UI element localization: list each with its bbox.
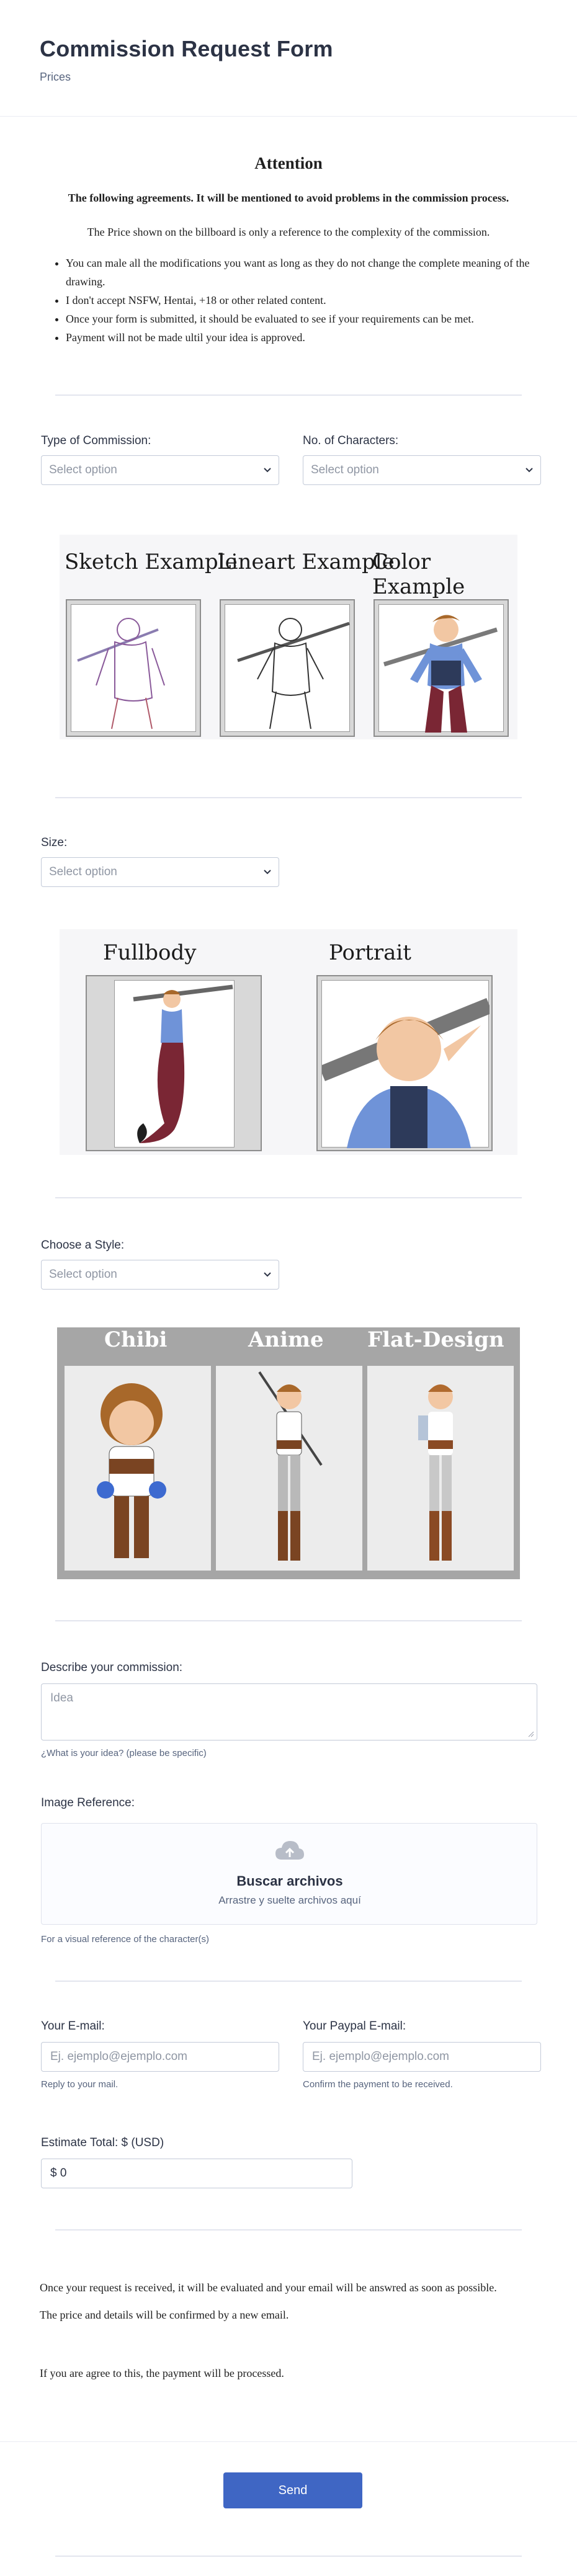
sketch-frame [66,599,201,737]
anime-panel [216,1366,362,1571]
attention-section: Attention The following agreements. It w… [0,154,577,347]
paypal-email-hint: Confirm the payment to be received. [303,2079,453,2090]
chibi-drawing [97,1383,166,1558]
characters-label: No. of Characters: [303,434,399,447]
select-placeholder: Select option [49,463,117,476]
describe-textarea[interactable]: Idea [41,1683,537,1740]
commission-type-label: Type of Commission: [41,434,151,447]
divider [55,1197,522,1198]
portrait-drawing [319,997,493,1148]
describe-label: Describe your commission: [41,1661,183,1674]
form-header: Commission Request Form Prices [0,0,577,117]
style-example-title: Anime [248,1327,324,1352]
select-placeholder: Select option [49,865,117,878]
agreements-list: You can male all the modifications you w… [53,254,531,347]
estimate-value: $ 0 [50,2167,67,2180]
chevron-down-icon [264,1272,271,1277]
email-label: Your E-mail: [41,2020,105,2033]
closing-paragraph: Once your request is received, it will b… [40,2281,497,2294]
lineart-frame [220,599,355,737]
estimate-total-input[interactable]: $ 0 [41,2159,352,2188]
anime-drawing [258,1371,323,1561]
portrait-frame [316,975,493,1151]
browse-files-button[interactable]: Buscar archivos [42,1873,538,1889]
input-placeholder: Ej. ejemplo@ejemplo.com [50,2050,187,2063]
chevron-down-icon [526,468,533,473]
color-drawing [383,615,498,733]
select-placeholder: Select option [311,463,379,476]
list-item: You can male all the modifications you w… [66,254,531,291]
attention-price-line: The Price shown on the billboard is only… [87,226,490,238]
closing-paragraph: If you are agree to this, the payment wi… [40,2367,284,2379]
closing-paragraph: The price and details will be confirmed … [40,2309,289,2321]
estimate-field: Estimate Total: $ (USD) $ 0 [41,2136,352,2188]
commission-type-select[interactable]: Select option [41,455,279,485]
divider [55,2556,522,2557]
image-reference-label: Image Reference: [41,1796,135,1809]
divider [55,797,522,798]
form-subtitle: Prices [40,71,71,83]
commission-type-row: Type of Commission: Select option No. of… [0,434,577,485]
example-title: Color Example [372,550,465,599]
style-example-title: Flat-Design [367,1327,504,1352]
size-label: Size: [41,836,68,849]
email-row: Your E-mail: Ej. ejemplo@ejemplo.com Rep… [0,2020,577,2090]
select-placeholder: Select option [49,1268,117,1281]
list-item: I don't accept NSFW, Hentai, +18 or othe… [66,291,531,310]
size-examples-image: Fullbody Portrait [60,929,517,1155]
send-button[interactable]: Send [223,2472,362,2508]
image-reference-hint: For a visual reference of the character(… [41,1934,209,1945]
fullbody-drawing [133,984,233,1143]
flat-design-panel [367,1366,514,1571]
divider [55,2229,522,2231]
paypal-email-input[interactable]: Ej. ejemplo@ejemplo.com [303,2042,541,2072]
describe-field: Describe your commission: Idea ¿What is … [41,1661,537,1758]
style-select[interactable]: Select option [41,1260,279,1290]
flat-design-drawing [418,1384,453,1561]
chibi-panel [65,1366,211,1571]
form-page: Commission Request Form Prices Attention… [0,0,577,2576]
example-title: Lineart Example [217,550,395,574]
input-placeholder: Ej. ejemplo@ejemplo.com [312,2050,449,2063]
style-example-title: Chibi [104,1327,168,1352]
divider [55,1981,522,1982]
chevron-down-icon [264,468,271,473]
list-item: Once your form is submitted, it should b… [66,310,531,328]
style-field: Choose a Style: Select option [41,1239,279,1290]
example-title: Sketch Example [65,550,238,574]
file-upload-dropzone[interactable]: Buscar archivos Arrastre y suelte archiv… [41,1823,537,1925]
characters-select[interactable]: Select option [303,455,541,485]
closing-text: Once your request is received, it will b… [40,2278,524,2383]
divider [55,1620,522,1621]
attention-title: Attention [254,154,323,172]
email-hint: Reply to your mail. [41,2079,119,2090]
fullbody-frame [86,975,262,1151]
lineart-drawing [237,618,350,729]
sketch-drawing [77,618,165,729]
resize-handle-icon[interactable] [528,1731,534,1737]
color-frame [373,599,509,737]
drop-files-text: Arrastre y suelte archivos aquí [218,1894,361,1906]
paypal-email-label: Your Paypal E-mail: [303,2020,406,2033]
footer-separator [0,2441,577,2442]
size-example-title: Portrait [329,940,411,965]
attention-bold-line: The following agreements. It will be men… [68,192,509,204]
describe-hint: ¿What is your idea? (please be specific) [41,1748,207,1758]
size-select[interactable]: Select option [41,857,279,887]
style-examples-image: Chibi Anime Flat-Design [57,1327,520,1579]
textarea-placeholder: Idea [50,1691,73,1705]
size-example-title: Fullbody [103,940,197,965]
estimate-label: Estimate Total: $ (USD) [41,2136,164,2149]
list-item: Payment will not be made ultil your idea… [66,328,531,347]
style-label: Choose a Style: [41,1239,125,1252]
examples-image: Sketch Example Lineart Example Color Exa… [60,535,517,739]
email-input[interactable]: Ej. ejemplo@ejemplo.com [41,2042,279,2072]
chevron-down-icon [264,870,271,875]
divider [55,394,522,396]
form-title: Commission Request Form [40,36,333,61]
size-field: Size: Select option [41,836,279,887]
cloud-upload-icon [275,1841,304,1860]
